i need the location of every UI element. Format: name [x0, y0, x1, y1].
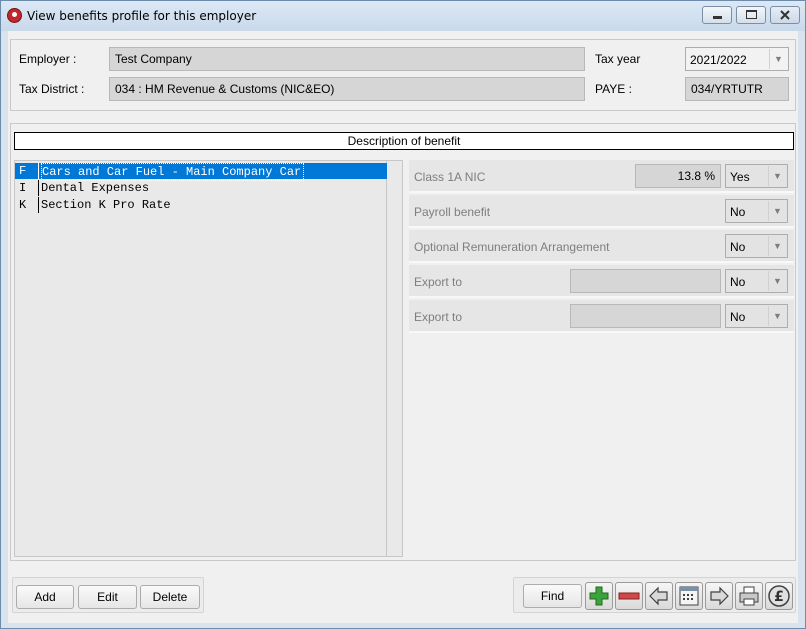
benefits-profile-window: View benefits profile for this employer …: [0, 0, 806, 629]
add-record-button[interactable]: [585, 582, 613, 610]
benefit-name: Dental Expenses: [41, 181, 150, 195]
next-icon: [710, 586, 729, 606]
benefit-code: I: [19, 181, 27, 195]
minimize-icon: [713, 16, 722, 19]
paye-field: 034/YRTUTR: [685, 77, 789, 101]
payroll-select[interactable]: No ▼: [725, 199, 788, 223]
export-field-1: [570, 269, 721, 293]
tax-district-field: 034 : HM Revenue & Customs (NIC&EO): [109, 77, 585, 101]
previous-button[interactable]: [645, 582, 673, 610]
add-button[interactable]: Add: [16, 585, 74, 609]
calendar-icon: [679, 586, 699, 606]
optional-remuneration-select[interactable]: No ▼: [725, 234, 788, 258]
tax-year-label: Tax year: [595, 52, 641, 66]
optional-remuneration-row: Optional Remuneration Arrangement No ▼: [409, 230, 794, 263]
export-field-2: [570, 304, 721, 328]
payroll-value: No: [730, 205, 746, 219]
benefit-code: F: [19, 164, 27, 178]
column-divider: [38, 163, 39, 179]
column-divider: [38, 197, 39, 213]
chevron-down-icon: ▼: [768, 271, 786, 291]
column-divider: [38, 180, 39, 196]
pound-button[interactable]: £: [765, 582, 793, 610]
app-icon: [7, 8, 22, 23]
calendar-button[interactable]: [675, 582, 703, 610]
tax-year-select[interactable]: 2021/2022 ▼: [685, 47, 789, 71]
class1a-value: Yes: [730, 170, 750, 184]
close-icon: [780, 10, 790, 20]
title-bar[interactable]: View benefits profile for this employer: [1, 1, 805, 31]
remove-record-button[interactable]: [615, 582, 643, 610]
optional-remuneration-value: No: [730, 240, 746, 254]
payroll-row: Payroll benefit No ▼: [409, 195, 794, 228]
chevron-down-icon: ▼: [768, 201, 786, 221]
print-button[interactable]: [735, 582, 763, 610]
chevron-down-icon: ▼: [768, 236, 786, 256]
employer-panel: Employer : Test Company Tax District : 0…: [10, 39, 796, 111]
chevron-down-icon: ▼: [768, 166, 786, 186]
employer-field: Test Company: [109, 47, 585, 71]
export-row-2: Export to No ▼: [409, 300, 794, 333]
close-button[interactable]: [770, 6, 800, 24]
employer-label: Employer :: [19, 52, 77, 66]
maximize-button[interactable]: [736, 6, 766, 24]
class1a-select[interactable]: Yes ▼: [725, 164, 788, 188]
client-area: Employer : Test Company Tax District : 0…: [8, 31, 798, 623]
export-select-1[interactable]: No ▼: [725, 269, 788, 293]
pound-icon: £: [768, 585, 790, 607]
add-record-icon: [589, 586, 609, 606]
class1a-label: Class 1A NIC: [414, 170, 486, 184]
chevron-down-icon: ▼: [769, 49, 787, 69]
restore-icon: [746, 10, 757, 19]
list-item[interactable]: F Cars and Car Fuel - Main Company Car: [15, 163, 387, 181]
benefit-code: K: [19, 198, 27, 212]
export-value-1: No: [730, 275, 746, 289]
export-row-1: Export to No ▼: [409, 265, 794, 298]
class1a-row: Class 1A NIC 13.8 % Yes ▼: [409, 160, 794, 193]
previous-icon: [649, 586, 668, 606]
export-value-2: No: [730, 310, 746, 324]
export-select-2[interactable]: No ▼: [725, 304, 788, 328]
tax-year-value: 2021/2022: [690, 53, 747, 67]
delete-button[interactable]: Delete: [140, 585, 200, 609]
window-title: View benefits profile for this employer: [27, 9, 257, 23]
remove-record-icon: [618, 592, 640, 600]
list-item[interactable]: K Section K Pro Rate: [15, 197, 387, 213]
edit-button[interactable]: Edit: [78, 585, 137, 609]
benefits-list[interactable]: F Cars and Car Fuel - Main Company Car I…: [14, 160, 403, 557]
minimize-button[interactable]: [702, 6, 732, 24]
payroll-label: Payroll benefit: [414, 205, 491, 219]
export-label-1: Export to: [414, 275, 463, 289]
description-header: Description of benefit: [14, 132, 794, 150]
export-label-2: Export to: [414, 310, 463, 324]
svg-text:£: £: [774, 589, 784, 605]
chevron-down-icon: ▼: [768, 306, 786, 326]
list-item[interactable]: I Dental Expenses: [15, 180, 387, 196]
next-button[interactable]: [705, 582, 733, 610]
find-button[interactable]: Find: [523, 584, 582, 608]
optional-remuneration-label: Optional Remuneration Arrangement: [414, 240, 610, 254]
benefit-name: Cars and Car Fuel - Main Company Car: [41, 163, 305, 181]
class1a-rate-field: 13.8 %: [635, 164, 721, 188]
paye-label: PAYE :: [595, 82, 632, 96]
benefit-name: Section K Pro Rate: [41, 198, 171, 212]
benefits-list-body: F Cars and Car Fuel - Main Company Car I…: [15, 161, 387, 556]
tax-district-label: Tax District :: [19, 82, 85, 96]
print-icon: [739, 586, 759, 606]
